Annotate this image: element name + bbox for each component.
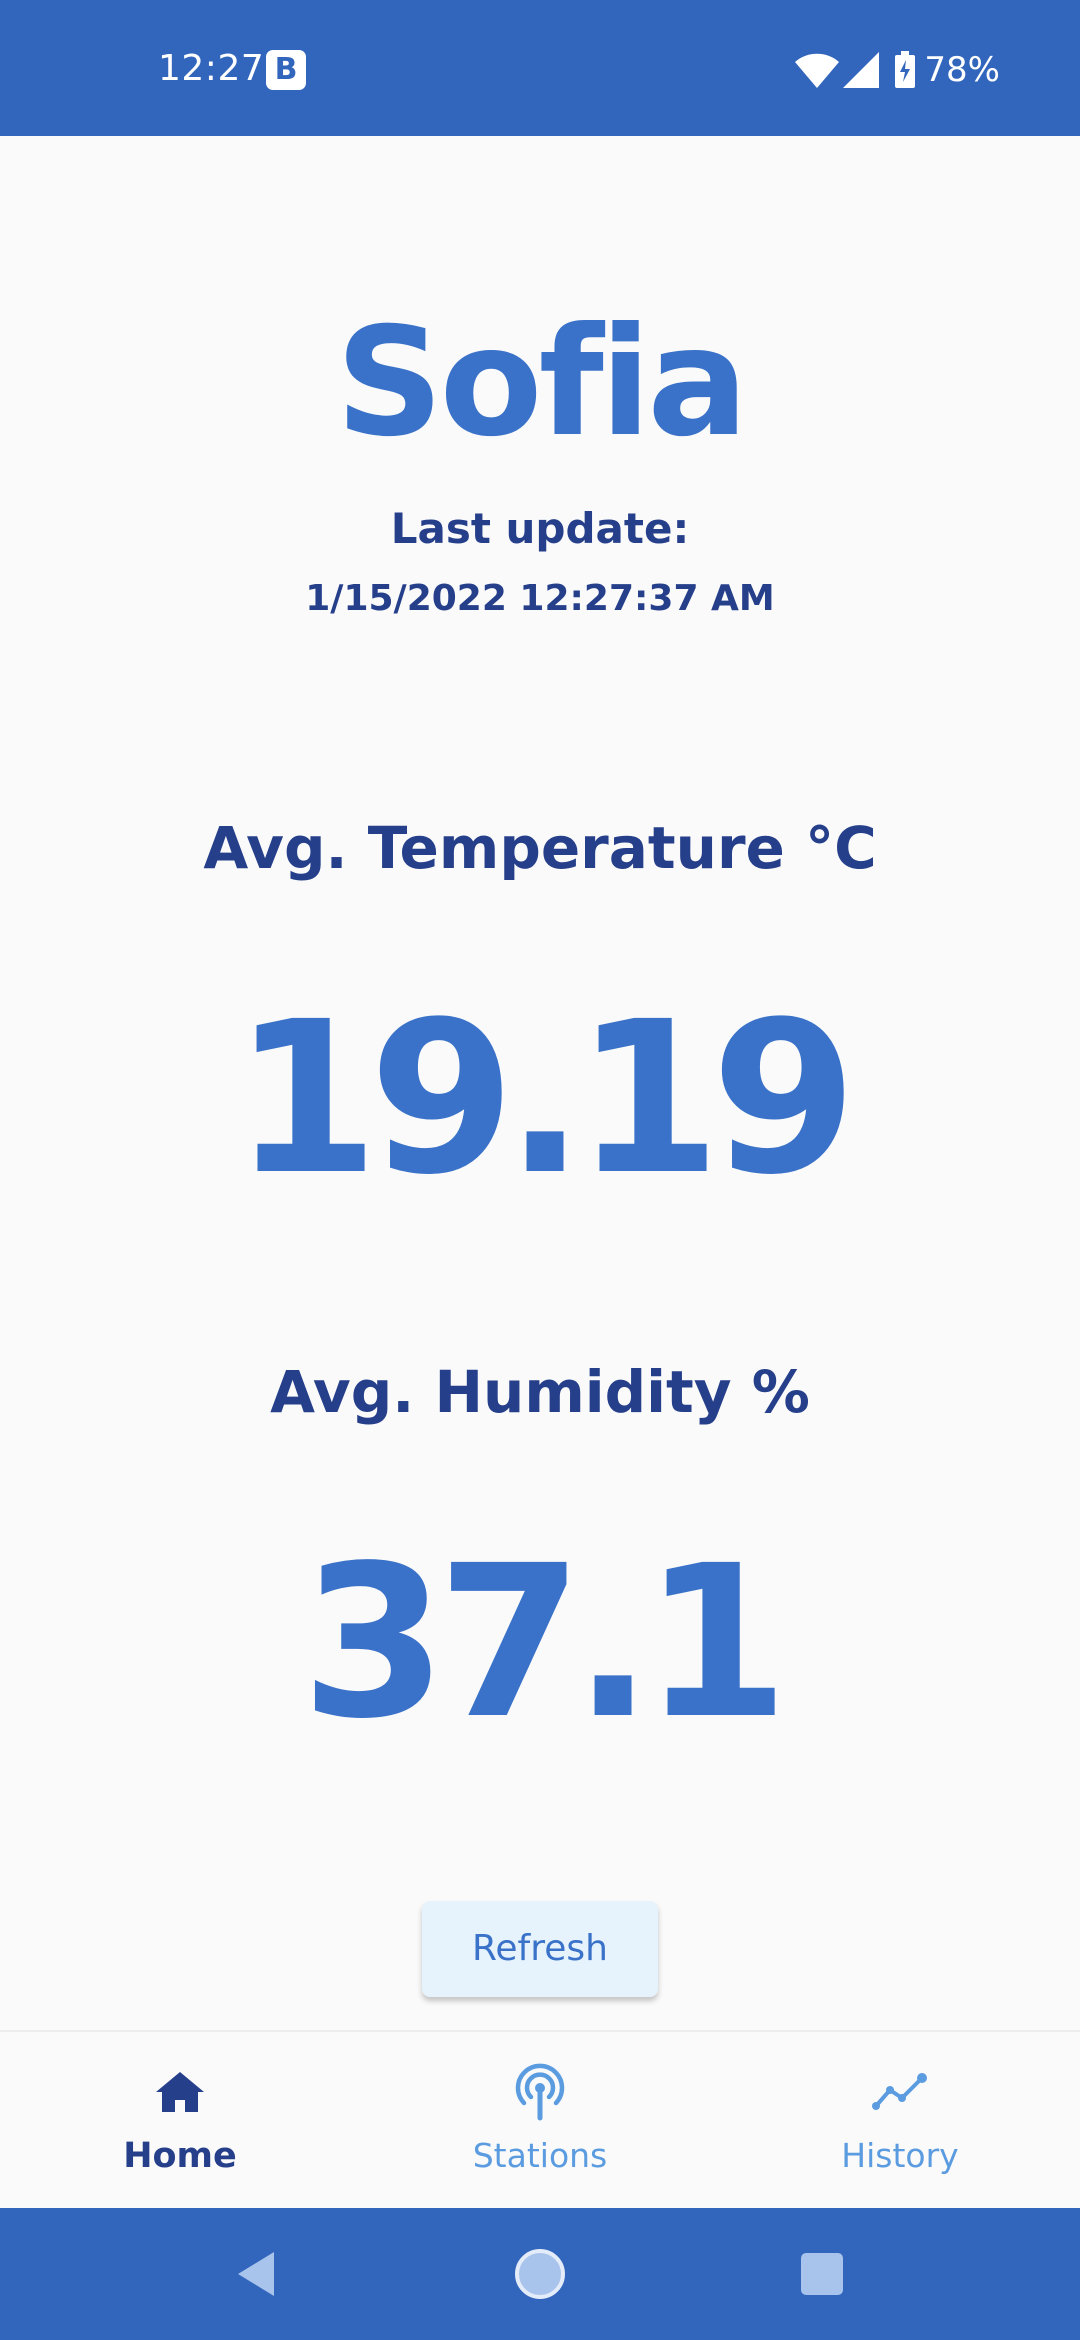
home-icon xyxy=(156,2072,204,2112)
nav-label-stations: Stations xyxy=(472,2136,608,2175)
temperature-label: Avg. Temperature °C xyxy=(203,814,877,882)
battery-percent: 78% xyxy=(924,50,1000,90)
nav-item-home[interactable]: Home xyxy=(0,2032,360,2210)
city-title: Sofia xyxy=(335,296,749,470)
status-icons: 78% xyxy=(794,48,1000,92)
status-time: 12:27 xyxy=(158,48,265,89)
home-circle-icon[interactable] xyxy=(510,2244,570,2304)
back-icon[interactable] xyxy=(226,2244,286,2304)
last-update-value: 1/15/2022 12:27:37 AM xyxy=(305,578,775,619)
recents-square-icon[interactable] xyxy=(792,2244,852,2304)
nav-label-home: Home xyxy=(123,2136,237,2176)
wifi-icon xyxy=(795,53,840,88)
main-content: Sofia Last update: 1/15/2022 12:27:37 AM… xyxy=(0,136,1080,2030)
humidity-value: 37.1 xyxy=(300,1520,789,1765)
last-update-label: Last update: xyxy=(390,504,690,553)
nav-item-stations[interactable]: Stations xyxy=(360,2032,720,2210)
antenna-icon xyxy=(515,2063,565,2121)
nav-item-history[interactable]: History xyxy=(720,2032,1080,2210)
refresh-button[interactable]: Refresh xyxy=(422,1901,658,1997)
signal-icon xyxy=(843,52,880,88)
status-bar: 12:27 B 78% xyxy=(0,0,1080,136)
system-nav-bar xyxy=(0,2208,1080,2340)
nav-label-history: History xyxy=(841,2136,959,2175)
bottom-nav: Home Stations History xyxy=(0,2030,1080,2208)
app-badge-icon: B xyxy=(266,50,306,90)
trend-line-icon xyxy=(872,2073,927,2110)
battery-charging-icon xyxy=(895,51,916,88)
temperature-value: 19.19 xyxy=(232,976,857,1221)
humidity-label: Avg. Humidity % xyxy=(270,1358,810,1426)
